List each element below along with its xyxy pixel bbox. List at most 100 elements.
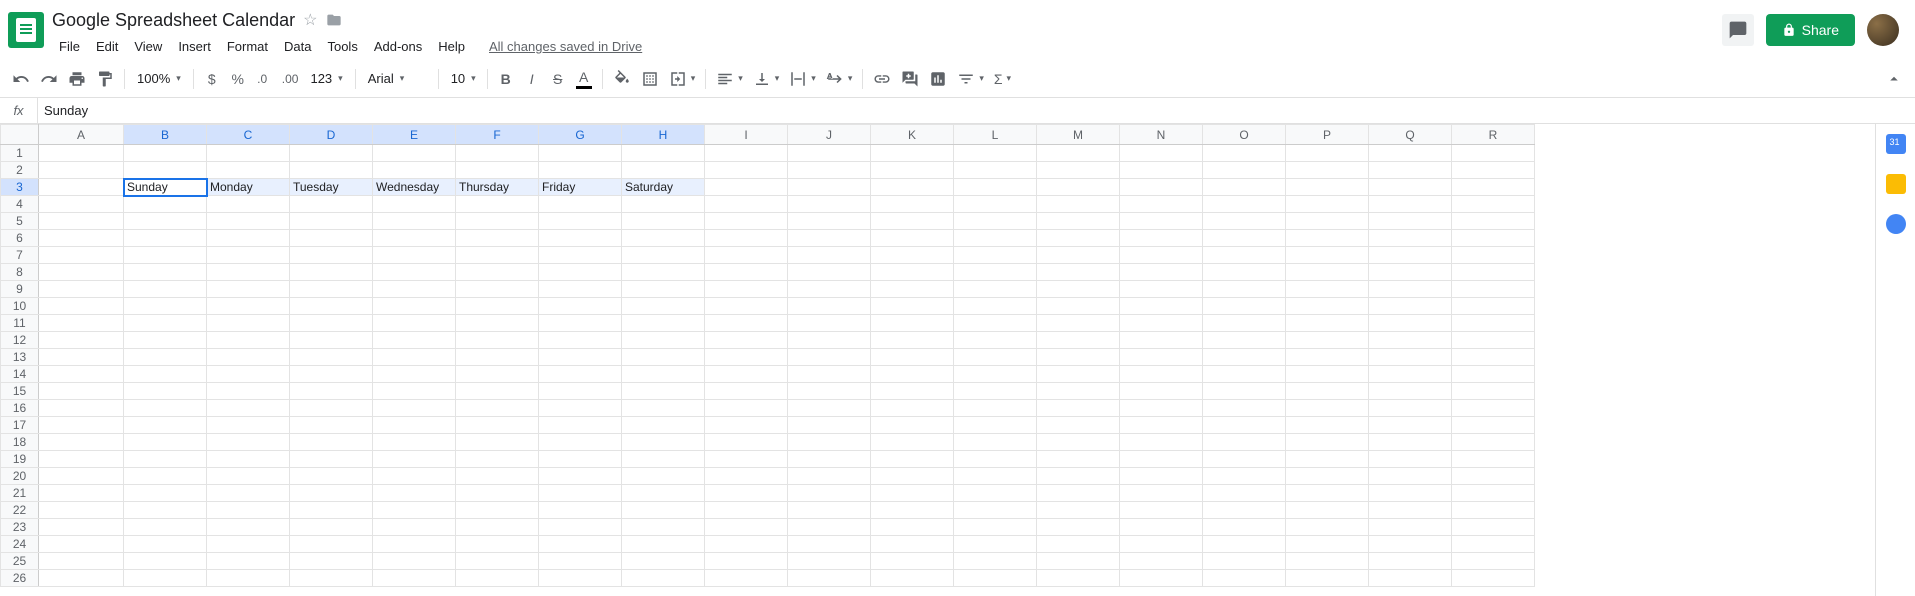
cell-G19[interactable] xyxy=(539,451,622,468)
cell-P6[interactable] xyxy=(1286,230,1369,247)
cell-I9[interactable] xyxy=(705,281,788,298)
cell-R22[interactable] xyxy=(1452,502,1535,519)
cell-H25[interactable] xyxy=(622,553,705,570)
cell-Q10[interactable] xyxy=(1369,298,1452,315)
cell-Q26[interactable] xyxy=(1369,570,1452,587)
cell-C17[interactable] xyxy=(207,417,290,434)
row-header-8[interactable]: 8 xyxy=(1,264,39,281)
cell-P2[interactable] xyxy=(1286,162,1369,179)
cell-N4[interactable] xyxy=(1120,196,1203,213)
row-header-5[interactable]: 5 xyxy=(1,213,39,230)
cell-F2[interactable] xyxy=(456,162,539,179)
cell-H20[interactable] xyxy=(622,468,705,485)
vertical-align-button[interactable] xyxy=(749,66,784,92)
percent-button[interactable]: % xyxy=(226,66,250,92)
cell-F11[interactable] xyxy=(456,315,539,332)
row-header-10[interactable]: 10 xyxy=(1,298,39,315)
menu-tools[interactable]: Tools xyxy=(320,35,364,58)
cell-L2[interactable] xyxy=(954,162,1037,179)
cell-O18[interactable] xyxy=(1203,434,1286,451)
cell-B16[interactable] xyxy=(124,400,207,417)
cell-C18[interactable] xyxy=(207,434,290,451)
cell-B6[interactable] xyxy=(124,230,207,247)
cell-H23[interactable] xyxy=(622,519,705,536)
cell-L11[interactable] xyxy=(954,315,1037,332)
cell-R5[interactable] xyxy=(1452,213,1535,230)
col-header-L[interactable]: L xyxy=(954,125,1037,145)
menu-add-ons[interactable]: Add-ons xyxy=(367,35,429,58)
cell-R1[interactable] xyxy=(1452,145,1535,162)
cell-Q22[interactable] xyxy=(1369,502,1452,519)
row-header-22[interactable]: 22 xyxy=(1,502,39,519)
cell-R2[interactable] xyxy=(1452,162,1535,179)
cell-N13[interactable] xyxy=(1120,349,1203,366)
cell-F19[interactable] xyxy=(456,451,539,468)
cell-L17[interactable] xyxy=(954,417,1037,434)
cell-J20[interactable] xyxy=(788,468,871,485)
cell-L24[interactable] xyxy=(954,536,1037,553)
cell-B12[interactable] xyxy=(124,332,207,349)
cell-M19[interactable] xyxy=(1037,451,1120,468)
cell-E5[interactable] xyxy=(373,213,456,230)
cell-F26[interactable] xyxy=(456,570,539,587)
cell-P8[interactable] xyxy=(1286,264,1369,281)
cell-K14[interactable] xyxy=(871,366,954,383)
row-header-19[interactable]: 19 xyxy=(1,451,39,468)
cell-E15[interactable] xyxy=(373,383,456,400)
cell-E23[interactable] xyxy=(373,519,456,536)
cell-H26[interactable] xyxy=(622,570,705,587)
cell-B13[interactable] xyxy=(124,349,207,366)
cell-O1[interactable] xyxy=(1203,145,1286,162)
cell-H21[interactable] xyxy=(622,485,705,502)
menu-data[interactable]: Data xyxy=(277,35,318,58)
cell-B18[interactable] xyxy=(124,434,207,451)
cell-O9[interactable] xyxy=(1203,281,1286,298)
cell-O13[interactable] xyxy=(1203,349,1286,366)
cell-H16[interactable] xyxy=(622,400,705,417)
cell-K13[interactable] xyxy=(871,349,954,366)
cell-A10[interactable] xyxy=(39,298,124,315)
cell-K9[interactable] xyxy=(871,281,954,298)
cell-C2[interactable] xyxy=(207,162,290,179)
cell-O21[interactable] xyxy=(1203,485,1286,502)
row-header-12[interactable]: 12 xyxy=(1,332,39,349)
cell-G6[interactable] xyxy=(539,230,622,247)
cell-R13[interactable] xyxy=(1452,349,1535,366)
cell-K6[interactable] xyxy=(871,230,954,247)
cell-I20[interactable] xyxy=(705,468,788,485)
cell-P13[interactable] xyxy=(1286,349,1369,366)
col-header-N[interactable]: N xyxy=(1120,125,1203,145)
cell-I21[interactable] xyxy=(705,485,788,502)
cell-J19[interactable] xyxy=(788,451,871,468)
cell-K15[interactable] xyxy=(871,383,954,400)
row-header-14[interactable]: 14 xyxy=(1,366,39,383)
menu-file[interactable]: File xyxy=(52,35,87,58)
cell-M25[interactable] xyxy=(1037,553,1120,570)
row-header-7[interactable]: 7 xyxy=(1,247,39,264)
cell-I16[interactable] xyxy=(705,400,788,417)
cell-I26[interactable] xyxy=(705,570,788,587)
cell-Q24[interactable] xyxy=(1369,536,1452,553)
cell-G15[interactable] xyxy=(539,383,622,400)
cell-B1[interactable] xyxy=(124,145,207,162)
cell-J17[interactable] xyxy=(788,417,871,434)
cell-O2[interactable] xyxy=(1203,162,1286,179)
cell-P25[interactable] xyxy=(1286,553,1369,570)
cell-P5[interactable] xyxy=(1286,213,1369,230)
cell-N18[interactable] xyxy=(1120,434,1203,451)
cell-F6[interactable] xyxy=(456,230,539,247)
cell-J4[interactable] xyxy=(788,196,871,213)
cell-J14[interactable] xyxy=(788,366,871,383)
formula-input[interactable]: Sunday xyxy=(38,103,1915,118)
cell-R9[interactable] xyxy=(1452,281,1535,298)
sheets-logo[interactable] xyxy=(8,12,44,48)
cell-N19[interactable] xyxy=(1120,451,1203,468)
cell-R12[interactable] xyxy=(1452,332,1535,349)
cell-G22[interactable] xyxy=(539,502,622,519)
cell-M12[interactable] xyxy=(1037,332,1120,349)
filter-button[interactable] xyxy=(953,66,988,92)
cell-M13[interactable] xyxy=(1037,349,1120,366)
cell-D11[interactable] xyxy=(290,315,373,332)
cell-G23[interactable] xyxy=(539,519,622,536)
cell-Q11[interactable] xyxy=(1369,315,1452,332)
